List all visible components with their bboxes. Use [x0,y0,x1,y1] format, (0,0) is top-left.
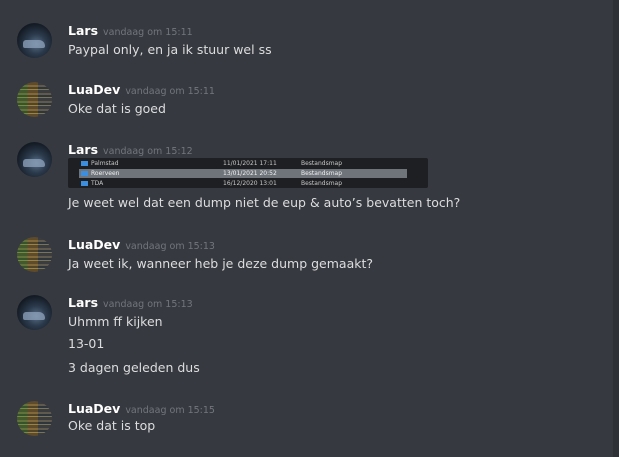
timestamp: vandaag om 15:15 [125,405,215,416]
message-header: Lars vandaag om 15:13 [68,292,193,311]
folder-date: 16/12/2020 13:01 [223,180,277,187]
avatar[interactable] [17,82,52,117]
screenshot-attachment[interactable]: Palmstad 11/01/2021 17:11 Bestandsmap Ro… [68,158,428,188]
message-header: Lars vandaag om 15:12 [68,139,193,158]
folder-icon [81,161,88,166]
avatar[interactable] [17,23,52,58]
message-header: LuaDev vandaag om 15:11 [68,79,215,98]
folder-row: Palmstad 11/01/2021 17:11 Bestandsmap [79,159,407,168]
folder-type: Bestandsmap [301,160,343,167]
timestamp: vandaag om 15:12 [103,146,193,157]
message-group: Lars vandaag om 15:11 Paypal only, en ja … [0,20,612,62]
folder-row: TDA 16/12/2020 13:01 Bestandsmap [79,179,407,188]
author-name[interactable]: LuaDev [68,237,120,252]
author-name[interactable]: Lars [68,295,98,310]
folder-name: Roerveen [91,170,120,177]
message-header: Lars vandaag om 15:11 [68,20,193,39]
author-name[interactable]: LuaDev [68,401,120,416]
timestamp: vandaag om 15:11 [125,86,215,97]
message-text: 13-01 [68,336,105,351]
avatar[interactable] [17,401,52,436]
folder-icon [81,181,88,186]
folder-type: Bestandsmap [301,180,343,187]
message-text: Uhmm ff kijken [68,314,163,329]
message-group: LuaDev vandaag om 15:13 Ja weet ik, wanne… [0,234,612,276]
message-group: LuaDev vandaag om 15:15 Oke dat is top [0,398,612,440]
message-header: LuaDev vandaag om 15:13 [68,234,215,253]
timestamp: vandaag om 15:11 [103,27,193,38]
folder-icon [81,171,88,176]
message-group: Lars vandaag om 15:13 Uhmm ff kijken 13-0… [0,292,612,382]
folder-name: Palmstad [91,160,119,167]
timestamp: vandaag om 15:13 [103,299,193,310]
folder-name: TDA [91,180,104,187]
avatar[interactable] [17,295,52,330]
folder-date: 11/01/2021 17:11 [223,160,277,167]
folder-type: Bestandsmap [301,170,343,177]
author-name[interactable]: Lars [68,142,98,157]
author-name[interactable]: LuaDev [68,82,120,97]
message-text: Oke dat is goed [68,101,166,116]
folder-date: 13/01/2021 20:52 [223,170,277,177]
message-text: Ja weet ik, wanneer heb je deze dump gem… [68,256,374,271]
avatar[interactable] [17,237,52,272]
message-group: LuaDev vandaag om 15:11 Oke dat is goed [0,79,612,121]
message-text: Paypal only, en ja ik stuur wel ss [68,42,272,57]
folder-row-selected: Roerveen 13/01/2021 20:52 Bestandsmap [79,169,407,178]
scrollbar[interactable] [613,0,619,457]
author-name[interactable]: Lars [68,23,98,38]
timestamp: vandaag om 15:13 [125,241,215,252]
message-group: Lars vandaag om 15:12 Palmstad 11/01/2021… [0,139,612,219]
message-text: Oke dat is top [68,418,156,433]
message-text: Je weet wel dat een dump niet de eup & a… [68,195,461,210]
avatar[interactable] [17,142,52,177]
message-text: 3 dagen geleden dus [68,360,200,375]
message-header: LuaDev vandaag om 15:15 [68,398,215,417]
